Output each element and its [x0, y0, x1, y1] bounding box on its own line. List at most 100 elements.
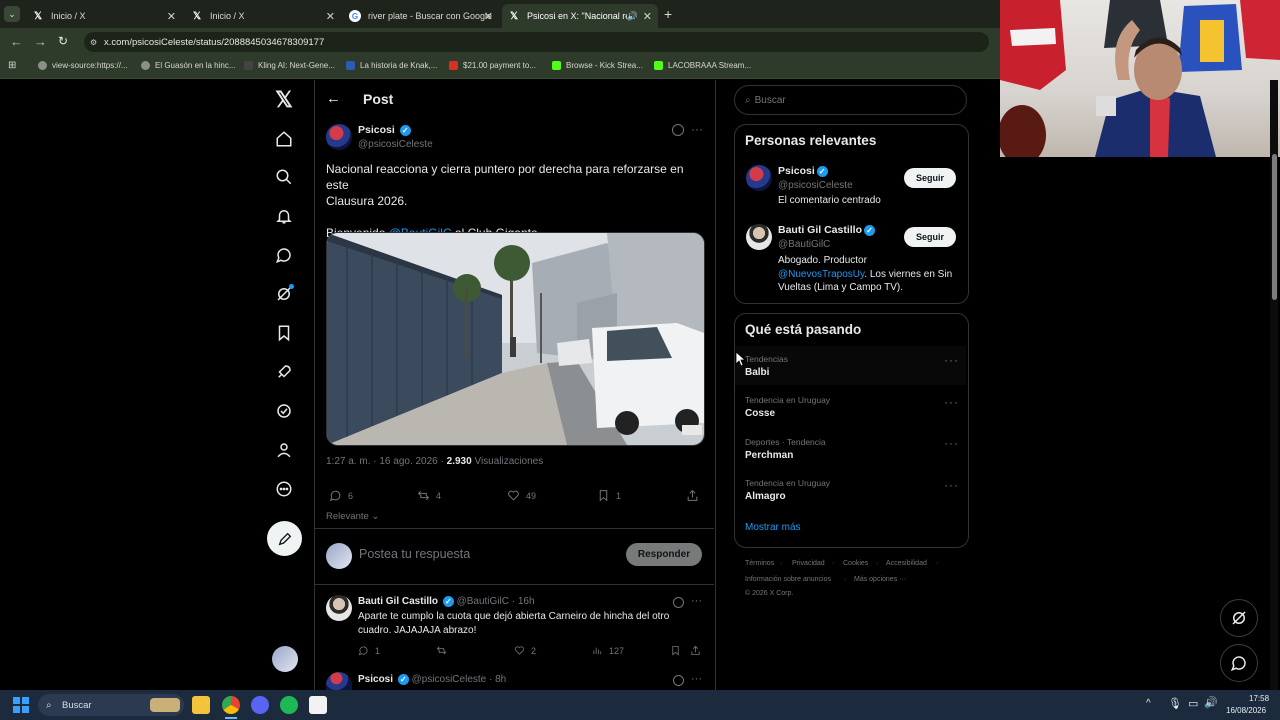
footer-link[interactable]: Cookies	[843, 560, 868, 567]
x-home-logo-icon[interactable]: 𝕏	[272, 87, 296, 112]
post-video[interactable]	[326, 232, 705, 446]
share-action[interactable]	[690, 645, 707, 656]
reply-author-name[interactable]: Psicosi	[358, 674, 393, 685]
reply-author-name[interactable]: Bauti Gil Castillo	[358, 596, 438, 607]
more-dots-icon[interactable]: ···	[944, 353, 959, 367]
footer-link[interactable]: Accesibilidad	[886, 560, 927, 567]
footer-link[interactable]: Privacidad	[792, 560, 825, 567]
respond-button[interactable]: Responder	[626, 543, 702, 566]
address-bar[interactable]: ⚙ x.com/psicosiCeleste/status/2088845034…	[84, 32, 989, 52]
author-name-row[interactable]: Psicosi ✓	[358, 124, 411, 136]
repost-action[interactable]: 4	[417, 489, 441, 502]
browser-tab-active[interactable]: 𝕏 Psicosi en X: "Nacional reac 🔊 ✕	[502, 4, 658, 28]
more-dots-icon[interactable]: ···	[691, 673, 702, 685]
chrome-icon[interactable]	[222, 696, 240, 714]
more-dots-icon[interactable]: ···	[944, 395, 959, 409]
author-avatar[interactable]	[326, 124, 352, 150]
discord-icon[interactable]	[251, 696, 269, 714]
reply-time[interactable]: · 16h	[512, 596, 535, 607]
trend-name[interactable]: Cosse	[745, 408, 775, 419]
search-input[interactable]: ⌕ Buscar	[734, 85, 967, 115]
repost-action[interactable]	[436, 645, 453, 656]
more-options-icon[interactable]	[272, 477, 296, 501]
author-handle[interactable]: @psicosiCeleste	[358, 139, 433, 150]
sort-dropdown[interactable]: Relevante ⌄	[326, 511, 379, 522]
browser-tab-2[interactable]: 𝕏 Inicio / X ✕	[185, 4, 341, 28]
speaker-icon[interactable]: 🔊	[627, 11, 638, 22]
reply-action[interactable]: 1	[358, 645, 380, 656]
apps-grid-icon[interactable]: ⊞	[8, 60, 16, 71]
trend-name[interactable]: Perchman	[745, 450, 793, 461]
grok-icon[interactable]	[673, 675, 684, 686]
more-dots-icon[interactable]: ···	[691, 595, 702, 607]
messages-icon[interactable]	[272, 243, 296, 267]
spotify-icon[interactable]	[280, 696, 298, 714]
search-icon[interactable]	[272, 165, 296, 189]
trend-name[interactable]: Balbi	[745, 367, 769, 378]
footer-link[interactable]: Información sobre anuncios	[745, 576, 831, 583]
bookmark-item[interactable]: El Guasón en la hinc...	[141, 61, 236, 70]
account-avatar[interactable]	[272, 646, 298, 672]
reply-time[interactable]: · 8h	[489, 674, 506, 685]
reload-icon[interactable]: ↻	[58, 34, 68, 48]
close-tab-icon[interactable]: ✕	[643, 10, 652, 23]
page-scrollbar[interactable]	[1270, 80, 1278, 690]
tab-list-dropdown[interactable]: ⌄	[4, 6, 20, 22]
share-action[interactable]	[686, 489, 705, 502]
person-avatar[interactable]	[746, 224, 772, 250]
more-dots-icon[interactable]: ···	[944, 478, 959, 492]
profile-icon[interactable]	[272, 438, 296, 462]
scrollbar-thumb[interactable]	[1272, 154, 1277, 300]
bookmark-action[interactable]: 1	[597, 489, 621, 502]
taskbar-date[interactable]: 16/08/2026	[1226, 706, 1266, 715]
verified-badge-icon[interactable]	[272, 399, 296, 423]
bookmark-item[interactable]: view-source:https://...	[38, 61, 128, 70]
file-explorer-icon[interactable]	[192, 696, 210, 714]
network-icon[interactable]: ▭	[1188, 697, 1198, 710]
bookmark-item[interactable]: $21.00 payment to...	[449, 61, 536, 70]
reply-author-handle[interactable]: @psicosiCeleste	[412, 674, 487, 685]
close-tab-icon[interactable]: ✕	[484, 10, 493, 23]
like-action[interactable]: 2	[514, 645, 536, 656]
reply-avatar[interactable]	[326, 595, 352, 621]
person-name-row[interactable]: Bauti Gil Castillo ✓	[778, 224, 876, 236]
grok-icon[interactable]	[272, 282, 296, 306]
person-avatar[interactable]	[746, 165, 772, 191]
microphone-icon[interactable]: 🎙	[1168, 697, 1182, 710]
like-action[interactable]: 49	[507, 489, 536, 502]
trend-item-hover[interactable]	[735, 346, 966, 385]
notifications-bell-icon[interactable]	[272, 204, 296, 228]
home-icon[interactable]	[272, 127, 296, 151]
more-dots-icon[interactable]: ···	[944, 436, 959, 450]
chevron-up-icon[interactable]: ^	[1146, 698, 1151, 709]
rocket-icon[interactable]	[272, 360, 296, 384]
footer-link[interactable]: Términos	[745, 560, 774, 567]
person-name-row[interactable]: Psicosi ✓	[778, 165, 828, 177]
bookmark-action[interactable]	[670, 645, 687, 656]
back-arrow-icon[interactable]: ←	[326, 90, 341, 107]
grok-icon[interactable]	[673, 597, 684, 608]
mention-link[interactable]: @NuevosTraposUy	[778, 269, 864, 280]
app-icon[interactable]	[309, 696, 327, 714]
compose-post-button[interactable]	[267, 521, 302, 556]
bookmark-item[interactable]: LACOBRAAA Stream...	[654, 61, 751, 70]
follow-button[interactable]: Seguir	[904, 168, 956, 188]
browser-tab-3[interactable]: G river plate - Buscar con Google ✕	[343, 4, 499, 28]
browser-tab-1[interactable]: 𝕏 Inicio / X ✕	[26, 4, 182, 28]
taskbar-time[interactable]: 17:58	[1249, 694, 1269, 703]
reply-input[interactable]: Postea tu respuesta	[359, 547, 470, 561]
footer-link[interactable]: Más opciones ···	[854, 576, 906, 583]
follow-button[interactable]: Seguir	[904, 227, 956, 247]
back-arrow-icon[interactable]: ←	[10, 34, 23, 49]
trend-name[interactable]: Almagro	[745, 491, 786, 502]
volume-icon[interactable]: 🔊	[1204, 696, 1218, 709]
grok-floating-button[interactable]	[1220, 599, 1258, 637]
grok-icon[interactable]	[672, 124, 684, 136]
post-timestamp[interactable]: 1:27 a. m. · 16 ago. 2026 ·	[326, 456, 447, 467]
views-action[interactable]: 127	[592, 645, 624, 656]
bookmark-item[interactable]: Browse - Kick Strea...	[552, 61, 643, 70]
messages-floating-button[interactable]	[1220, 644, 1258, 682]
more-dots-icon[interactable]: ···	[691, 122, 703, 136]
forward-arrow-icon[interactable]: →	[34, 34, 47, 49]
bookmarks-icon[interactable]	[272, 321, 296, 345]
